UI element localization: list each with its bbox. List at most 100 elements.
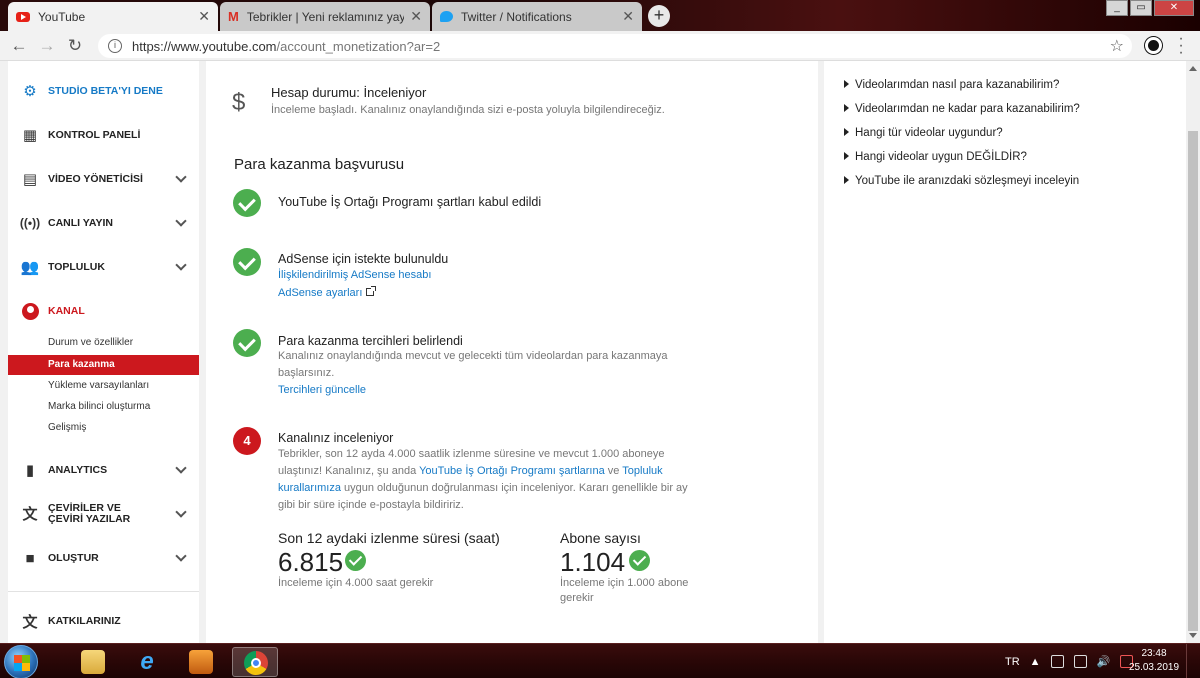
check-circle-icon [629,550,650,571]
media-player-icon [189,650,213,674]
check-circle-icon [233,189,261,217]
network-icon[interactable] [1050,655,1064,668]
step-description: Tebrikler, son 12 ayda 4.000 saatlik izl… [278,446,698,514]
windows-taskbar: e TR ▲ 🔊 23:48 25.03.2019 [0,643,1200,678]
forward-arrow-icon[interactable]: → [36,35,58,57]
sidebar-item-live[interactable]: ((•)) CANLI YAYIN [8,208,199,238]
sidebar-item-create[interactable]: ■ OLUŞTUR [8,543,199,573]
chevron-down-icon[interactable] [175,171,187,183]
check-circle-icon [233,248,261,276]
update-preferences-link[interactable]: Tercihleri güncelle [278,384,366,396]
subscribers-note: İnceleme için 1.000 abone gerekir [560,577,689,604]
show-hidden-icons-icon[interactable]: ▲ [1030,656,1041,668]
sidebar-subitem-branding[interactable]: Marka bilinci oluşturma [8,397,199,417]
people-icon: 👥 [20,259,40,276]
reload-icon[interactable]: ↻ [64,35,86,57]
watch-hours-label: Son 12 aydaki izlenme süresi (saat) [278,530,500,546]
browser-menu-icon[interactable]: · · · [1176,31,1186,61]
monetization-main: $ Hesap durumu: İnceleniyor İnceleme baş… [206,61,818,643]
close-window-button[interactable]: ✕ [1154,0,1194,16]
sidebar-subitem-advanced[interactable]: Gelişmiş [8,418,199,438]
studio-sidebar: ⚙ STUDİO BETA'YI DENE ▦ KONTROL PANELİ ▤… [8,61,199,643]
chevron-down-icon[interactable] [175,215,187,227]
faq-link[interactable]: Videolarımdan ne kadar para kazanabiliri… [844,103,1080,115]
dollar-icon: $ [232,89,246,116]
tab-title: YouTube [38,9,86,24]
sidebar-item-label: ANALYTICS [48,464,108,476]
taskbar-media-player[interactable] [178,647,224,677]
chevron-down-icon[interactable] [175,259,187,271]
sidebar-item-label: KATKILARINIZ [48,615,121,627]
sidebar-item-label: TOPLULUK [48,261,105,273]
bar-chart-icon: ▮ [25,462,35,479]
sidebar-item-channel[interactable]: KANAL [8,296,199,326]
sidebar-item-contributions[interactable]: 文 KATKILARINIZ [8,606,199,636]
triangle-right-icon [844,152,849,160]
folder-icon [81,650,105,674]
page-content: ⚙ STUDİO BETA'YI DENE ▦ KONTROL PANELİ ▤… [0,61,1200,643]
triangle-right-icon [844,104,849,112]
back-arrow-icon[interactable]: ← [8,35,30,57]
volume-icon[interactable]: 🔊 [1097,655,1111,668]
step-title: YouTube İş Ortağı Programı şartları kabu… [278,195,542,209]
sidebar-item-translations[interactable]: 文 ÇEVİRİLER VE ÇEVİRİ YAZILAR [8,499,199,529]
step-number-badge: 4 [233,427,261,455]
url-bar[interactable]: i https://www.youtube.com/account_moneti… [98,34,1132,58]
new-tab-button[interactable]: + [648,5,670,27]
chevron-down-icon[interactable] [175,550,187,562]
close-tab-icon[interactable]: ✕ [410,8,422,25]
tab-youtube[interactable]: YouTube ✕ [8,2,218,31]
close-tab-icon[interactable]: ✕ [622,8,634,25]
help-panel: Videolarımdan nasıl para kazanabilirim? … [824,61,1186,643]
faq-link[interactable]: Videolarımdan nasıl para kazanabilirim? [844,79,1059,91]
maximize-button[interactable]: ▭ [1130,0,1152,16]
close-tab-icon[interactable]: ✕ [198,8,210,25]
sidebar-subitem-upload-defaults[interactable]: Yükleme varsayılanları [8,376,199,396]
scrollbar-thumb[interactable] [1188,131,1198,631]
faq-link[interactable]: YouTube ile aranızdaki sözleşmeyi incele… [844,175,1079,187]
page-scrollbar[interactable] [1186,61,1200,643]
sidebar-divider [8,591,199,592]
faq-label: Videolarımdan nasıl para kazanabilirim? [855,79,1060,91]
taskbar-clock[interactable]: 23:48 25.03.2019 [1128,647,1180,675]
subscribers-value: 1.104 [560,547,626,577]
tab-twitter[interactable]: Twitter / Notifications ✕ [432,2,642,31]
chevron-down-icon[interactable] [175,506,187,518]
linked-adsense-link[interactable]: İlişkilendirilmiş AdSense hesabı [278,269,431,281]
adsense-settings-link[interactable]: AdSense ayarları [278,286,377,299]
taskbar-chrome[interactable] [232,647,278,677]
sidebar-subitem-status[interactable]: Durum ve özellikler [8,333,199,353]
sidebar-item-video-manager[interactable]: ▤ VİDEO YÖNETİCİSİ [8,164,199,194]
tab-gmail[interactable]: M Tebrikler | Yeni reklamınız yayınla ✕ [220,2,430,31]
sidebar-item-studio-beta[interactable]: ⚙ STUDİO BETA'YI DENE [8,76,199,106]
triangle-right-icon [844,176,849,184]
system-tray: TR ▲ 🔊 [1005,644,1134,678]
scroll-down-icon[interactable] [1189,633,1197,638]
step-title: Para kazanma tercihleri belirlendi [278,334,463,348]
faq-link[interactable]: Hangi tür videolar uygundur? [844,127,1003,139]
sidebar-item-analytics[interactable]: ▮ ANALYTICS [8,455,199,485]
sidebar-item-community[interactable]: 👥 TOPLULUK [8,252,199,282]
info-icon[interactable]: i [108,39,122,53]
watch-hours-note: İnceleme için 4.000 saat gerekir [278,577,434,589]
taskbar-explorer[interactable] [70,647,116,677]
extension-icon[interactable] [1145,37,1162,54]
start-button[interactable] [4,645,38,678]
live-icon: ((•)) [19,216,41,230]
video-manager-icon: ▤ [22,171,38,188]
show-desktop-button[interactable] [1186,644,1200,678]
faq-link[interactable]: Hangi videolar uygun DEĞİLDİR? [844,151,1027,163]
sidebar-subitem-monetization[interactable]: Para kazanma [8,355,199,375]
scroll-up-icon[interactable] [1189,66,1197,71]
language-indicator[interactable]: TR [1005,656,1020,668]
bookmark-star-icon[interactable]: ☆ [1110,36,1124,56]
account-status-title: Hesap durumu: İnceleniyor [271,85,427,100]
taskbar-internet-explorer[interactable]: e [124,647,170,677]
sidebar-item-dashboard[interactable]: ▦ KONTROL PANELİ [8,120,199,150]
clock-time: 23:48 [1141,648,1167,659]
minimize-button[interactable]: _ [1106,0,1128,16]
chevron-down-icon[interactable] [175,462,187,474]
translate-icon: 文 [22,613,38,631]
ypp-terms-link[interactable]: YouTube İş Ortağı Programı şartlarına [419,465,605,477]
action-center-icon[interactable] [1073,655,1087,668]
